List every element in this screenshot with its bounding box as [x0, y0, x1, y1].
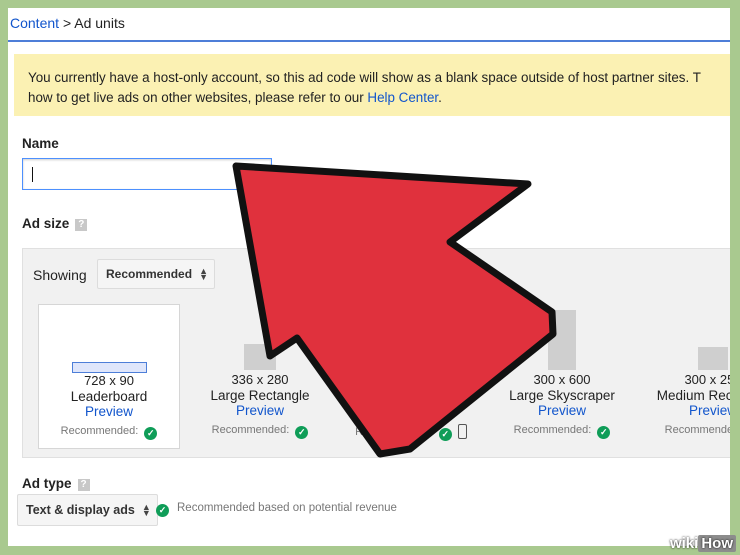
- medium-rectangle-thumbnail: [698, 347, 728, 370]
- ad-size-card-medium-rectangle[interactable]: 300 x 250 Medium Rectangle Preview Recom…: [642, 304, 730, 449]
- card-recommended-label: Recommended:: [513, 424, 592, 436]
- breadcrumb-divider: [8, 40, 730, 42]
- notice-line-1: You currently have a host-only account, …: [28, 70, 701, 85]
- name-label: Name: [22, 136, 59, 151]
- ad-type-select-value: Text & display ads: [26, 503, 135, 517]
- large-skyscraper-thumbnail: [548, 310, 576, 370]
- card-recommended: Recommended: ✓: [39, 425, 179, 440]
- watermark-wiki: wiki: [669, 535, 699, 552]
- mobile-banner-thumbnail: [390, 366, 432, 371]
- card-name: Medium Rectangle: [656, 388, 730, 403]
- card-preview-link[interactable]: Preview: [642, 403, 730, 418]
- watermark-how: How: [698, 535, 736, 552]
- host-account-notice: You currently have a host-only account, …: [14, 54, 730, 116]
- card-preview-link[interactable]: Preview: [39, 404, 179, 419]
- breadcrumb-content-link[interactable]: Content: [10, 15, 59, 31]
- check-icon: ✓: [438, 428, 452, 441]
- mobile-phone-icon: [457, 424, 467, 439]
- breadcrumb: Content > Ad units: [10, 15, 125, 31]
- ad-type-help-icon[interactable]: ?: [77, 479, 90, 491]
- ad-unit-page: Content > Ad units You currently have a …: [8, 8, 730, 546]
- card-recommended-label: Recommended:: [355, 426, 433, 438]
- check-icon: ✓: [144, 427, 158, 440]
- breadcrumb-separator: >: [62, 15, 72, 31]
- name-input[interactable]: [22, 158, 272, 190]
- card-dimensions: 320 x 50: [386, 372, 436, 387]
- ad-type-note: Recommended based on potential revenue: [177, 502, 397, 514]
- ad-size-card-leaderboard[interactable]: 728 x 90 Leaderboard Preview Recommended…: [38, 304, 180, 449]
- large-rectangle-thumbnail: [244, 344, 276, 370]
- ad-type-select[interactable]: Text & display ads ▲ ▼: [17, 494, 158, 526]
- text-cursor: [32, 167, 33, 182]
- card-dimensions: 728 x 90: [84, 373, 134, 388]
- card-recommended: Recommended: ✓: [491, 424, 633, 439]
- ad-type-label: Ad type: [22, 476, 72, 491]
- leaderboard-thumbnail: [72, 362, 147, 373]
- check-icon: ✓: [295, 426, 309, 439]
- card-dimensions: 336 x 280: [231, 372, 289, 387]
- ad-size-card-large-rectangle[interactable]: 336 x 280 Large Rectangle Preview Recomm…: [189, 304, 331, 449]
- card-recommended: Recommended:✓: [642, 424, 730, 439]
- card-preview-link[interactable]: Preview: [189, 403, 331, 418]
- showing-label: Showing: [33, 267, 87, 283]
- ad-type-heading: Ad type?: [22, 476, 90, 491]
- help-center-link[interactable]: Help Center: [367, 90, 438, 105]
- card-recommended: Recommended: ✓: [340, 424, 482, 441]
- ad-size-heading: Ad size?: [22, 216, 88, 231]
- card-recommended-label: Recommended:: [60, 425, 139, 437]
- card-recommended-label: Recommended:: [211, 424, 290, 436]
- ad-size-label: Ad size: [22, 216, 70, 231]
- card-name: Leaderboard: [70, 389, 148, 404]
- card-name: Mobile Banner: [367, 388, 455, 403]
- notice-text: You currently have a host-only account, …: [28, 68, 701, 108]
- check-icon: ✓: [597, 426, 611, 439]
- notice-line-2: how to get live ads on other websites, p…: [28, 88, 701, 108]
- notice-line-2-text: how to get live ads on other websites, p…: [28, 90, 368, 105]
- wikihow-watermark: wiki How: [670, 535, 736, 552]
- card-name: Large Skyscraper: [509, 388, 615, 403]
- card-name: Large Rectangle: [210, 388, 310, 403]
- select-arrows-icon: ▲ ▼: [141, 502, 151, 518]
- card-recommended: Recommended: ✓: [189, 424, 331, 439]
- card-dimensions: 300 x 600: [533, 372, 591, 387]
- card-recommended-label: Recommended:: [664, 424, 730, 436]
- select-arrows-icon: ▲ ▼: [199, 266, 209, 282]
- breadcrumb-current: Ad units: [74, 15, 125, 31]
- ad-type-recommendation: ✓ Recommended based on potential revenue: [156, 502, 397, 517]
- ad-size-card-mobile-banner[interactable]: 320 x 50 Mobile Banner Preview Recommend…: [340, 304, 482, 449]
- check-icon: ✓: [156, 504, 169, 517]
- card-preview-link[interactable]: Preview: [340, 403, 482, 418]
- card-dimensions: 300 x 250: [684, 372, 730, 387]
- ad-size-card-large-skyscraper[interactable]: 300 x 600 Large Skyscraper Preview Recom…: [491, 304, 633, 449]
- notice-line-2-end: .: [438, 90, 442, 105]
- card-preview-link[interactable]: Preview: [491, 403, 633, 418]
- showing-select-value: Recommended: [106, 267, 193, 281]
- ad-size-panel: Showing Recommended ▲ ▼ 728 x 90 Leaderbo…: [22, 248, 730, 458]
- showing-select[interactable]: Recommended ▲ ▼: [97, 259, 216, 289]
- ad-size-help-icon[interactable]: ?: [75, 219, 88, 231]
